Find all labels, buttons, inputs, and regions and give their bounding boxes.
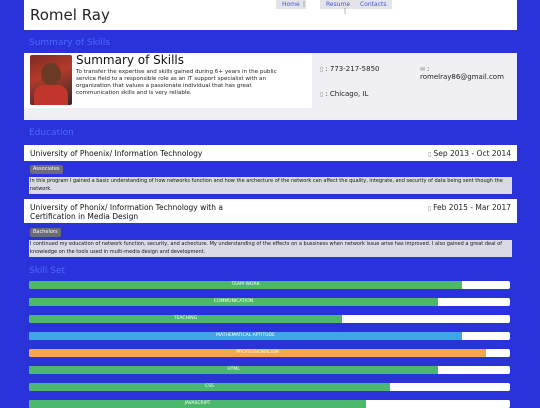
- education-date: ▯ Feb 2015 - Mar 2017: [428, 203, 511, 212]
- nav-separator: |: [344, 8, 347, 15]
- education-date-text: Feb 2015 - Mar 2017: [433, 203, 511, 212]
- phone-contact: ▯: 773-217-5850: [320, 65, 379, 73]
- nav-home-link[interactable]: Home: [276, 0, 306, 9]
- calendar-icon: ▯: [427, 205, 432, 212]
- skill-bar: PROFESSIONALISM: [29, 349, 510, 357]
- education-item: University of Phonix/ Information Techno…: [24, 199, 517, 223]
- education-description: In this program I gained a basic underst…: [29, 177, 512, 194]
- email-prefix: :: [427, 65, 430, 73]
- avatar-shirt: [34, 85, 68, 105]
- education-item: University of Phoenix/ Information Techn…: [24, 145, 517, 161]
- site-name: Romel Ray: [30, 6, 110, 24]
- degree-badge: Bachelors: [30, 228, 61, 237]
- skill-label: HTML: [227, 367, 240, 372]
- nav-resume-link[interactable]: Resume: [320, 0, 357, 9]
- calendar-icon: ▯: [428, 151, 432, 158]
- avatar-face: [41, 63, 61, 85]
- education-title: University of Phonix/ Information Techno…: [30, 203, 223, 221]
- education-section-title: Education: [29, 128, 74, 138]
- location-value: : Chicago, IL: [325, 90, 369, 98]
- summary-heading: Summary of Skills: [76, 53, 185, 67]
- email-value[interactable]: romelray86@gmail.com: [420, 73, 504, 81]
- skill-bar: COMMUNICATION: [29, 298, 510, 306]
- education-date-text: Sep 2013 - Oct 2014: [433, 149, 511, 158]
- summary-card: Summary of Skills To transfer the expert…: [24, 53, 517, 120]
- skill-label: MATHEMATICAL APTITUDE: [216, 333, 275, 338]
- skill-bar: JAVASCRIPT: [29, 400, 510, 408]
- education-date: ▯ Sep 2013 - Oct 2014: [428, 149, 511, 158]
- phone-value: : 773-217-5850: [325, 65, 380, 73]
- email-contact: ✉:: [420, 65, 429, 73]
- skill-bar: HTML: [29, 366, 510, 374]
- avatar: [30, 55, 72, 105]
- skill-label: JAVASCRIPT: [184, 401, 211, 406]
- location-contact: ▯: Chicago, IL: [320, 90, 368, 98]
- top-bar: Romel Ray Home | Resume | Contacts: [24, 0, 517, 30]
- skill-label: CSS: [205, 384, 214, 389]
- skill-label: PROFESSIONALISM: [236, 350, 279, 355]
- skill-label: TEACHING: [173, 316, 198, 321]
- summary-panel: Summary of Skills To transfer the expert…: [24, 53, 312, 108]
- skill-label: COMMUNICATION: [213, 299, 254, 304]
- contact-panel: ▯: 773-217-5850 ✉: romelray86@gmail.com …: [314, 53, 517, 108]
- summary-text: To transfer the expertise and skills gai…: [76, 69, 277, 96]
- education-title: University of Phoenix/ Information Techn…: [30, 149, 203, 158]
- phone-icon: ▯: [320, 66, 324, 73]
- skills-section-title: Skill Set: [29, 266, 66, 276]
- envelope-icon: ✉: [420, 66, 426, 73]
- degree-badge: Associates: [30, 165, 63, 174]
- skill-bar: TEAM WORK: [29, 281, 510, 289]
- skill-bar: MATHEMATICAL APTITUDE: [29, 332, 510, 340]
- education-description: I continued my education of network func…: [29, 240, 512, 257]
- skill-bar: CSS: [29, 383, 510, 391]
- map-marker-icon: ▯: [320, 91, 324, 98]
- skill-label: TEAM WORK: [231, 282, 260, 287]
- skill-bar: TEACHING: [29, 315, 510, 323]
- nav-contacts-link[interactable]: Contacts: [354, 0, 393, 9]
- nav-separator: |: [303, 1, 306, 8]
- summary-section-title: Summary of Skills: [29, 38, 111, 48]
